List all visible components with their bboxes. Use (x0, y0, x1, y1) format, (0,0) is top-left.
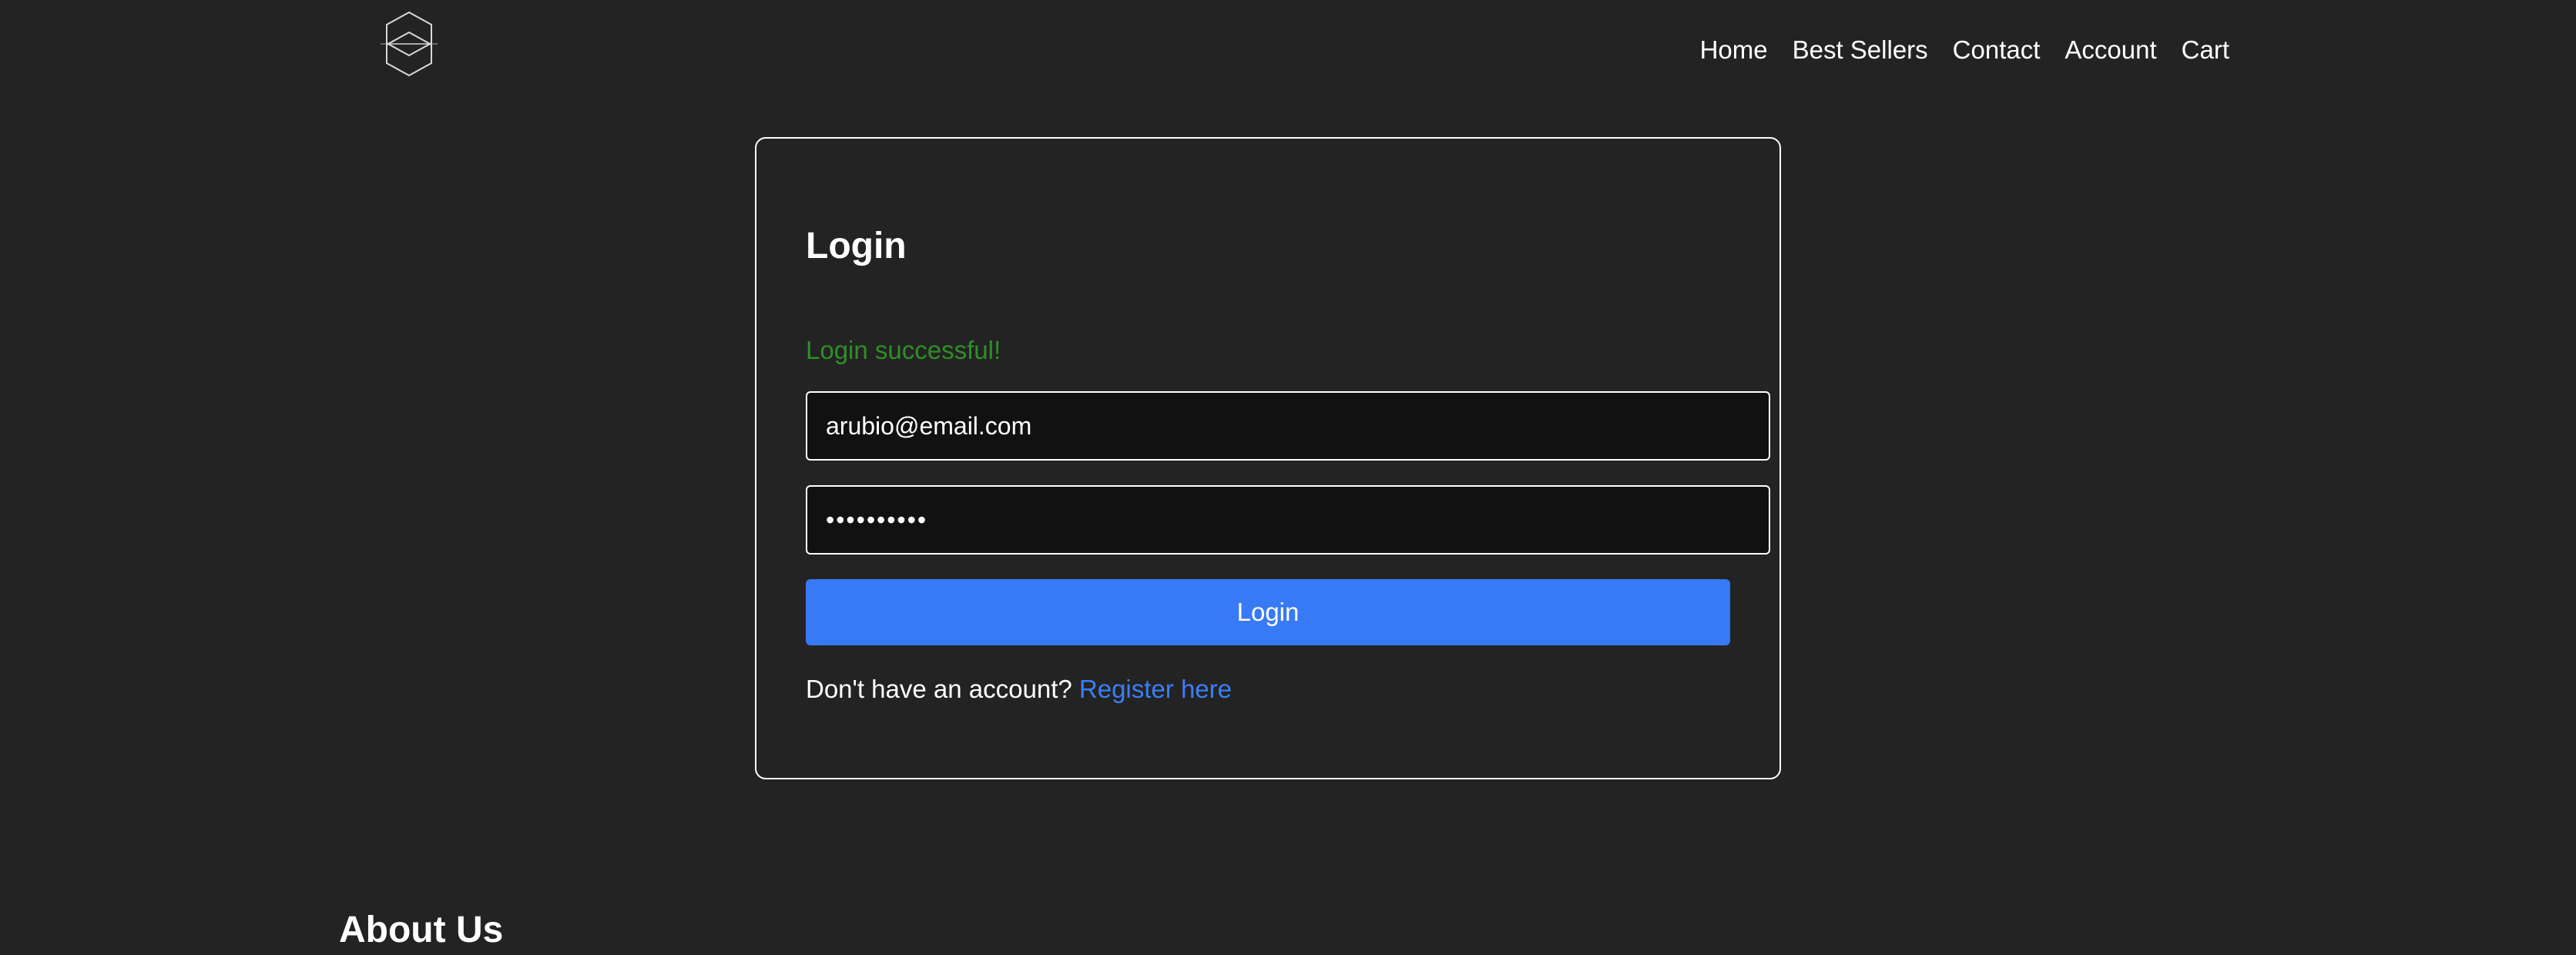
main-nav: Home Best Sellers Contact Account Cart (1700, 31, 2229, 69)
nav-contact-link[interactable]: Contact (1953, 31, 2041, 69)
login-status-message: Login successful! (806, 336, 1001, 364)
nav-best-sellers-link[interactable]: Best Sellers (1793, 31, 1928, 69)
register-link[interactable]: Register here (1079, 675, 1232, 703)
login-button[interactable]: Login (806, 579, 1730, 645)
password-field[interactable] (806, 485, 1770, 555)
login-card: Login Login successful! Login Don't have… (755, 137, 1781, 779)
login-title: Login (806, 226, 907, 266)
site-header: Home Best Sellers Contact Account Cart (0, 0, 2576, 102)
hexagon-logo-icon[interactable] (376, 11, 442, 77)
register-prompt-text: Don't have an account? (806, 675, 1072, 703)
nav-home-link[interactable]: Home (1700, 31, 1768, 69)
register-prompt-line: Don't have an account? Register here (806, 670, 1232, 709)
nav-cart-link[interactable]: Cart (2182, 31, 2229, 69)
about-us-heading: About Us (339, 910, 504, 950)
email-field[interactable] (806, 391, 1770, 461)
nav-account-link[interactable]: Account (2064, 31, 2156, 69)
